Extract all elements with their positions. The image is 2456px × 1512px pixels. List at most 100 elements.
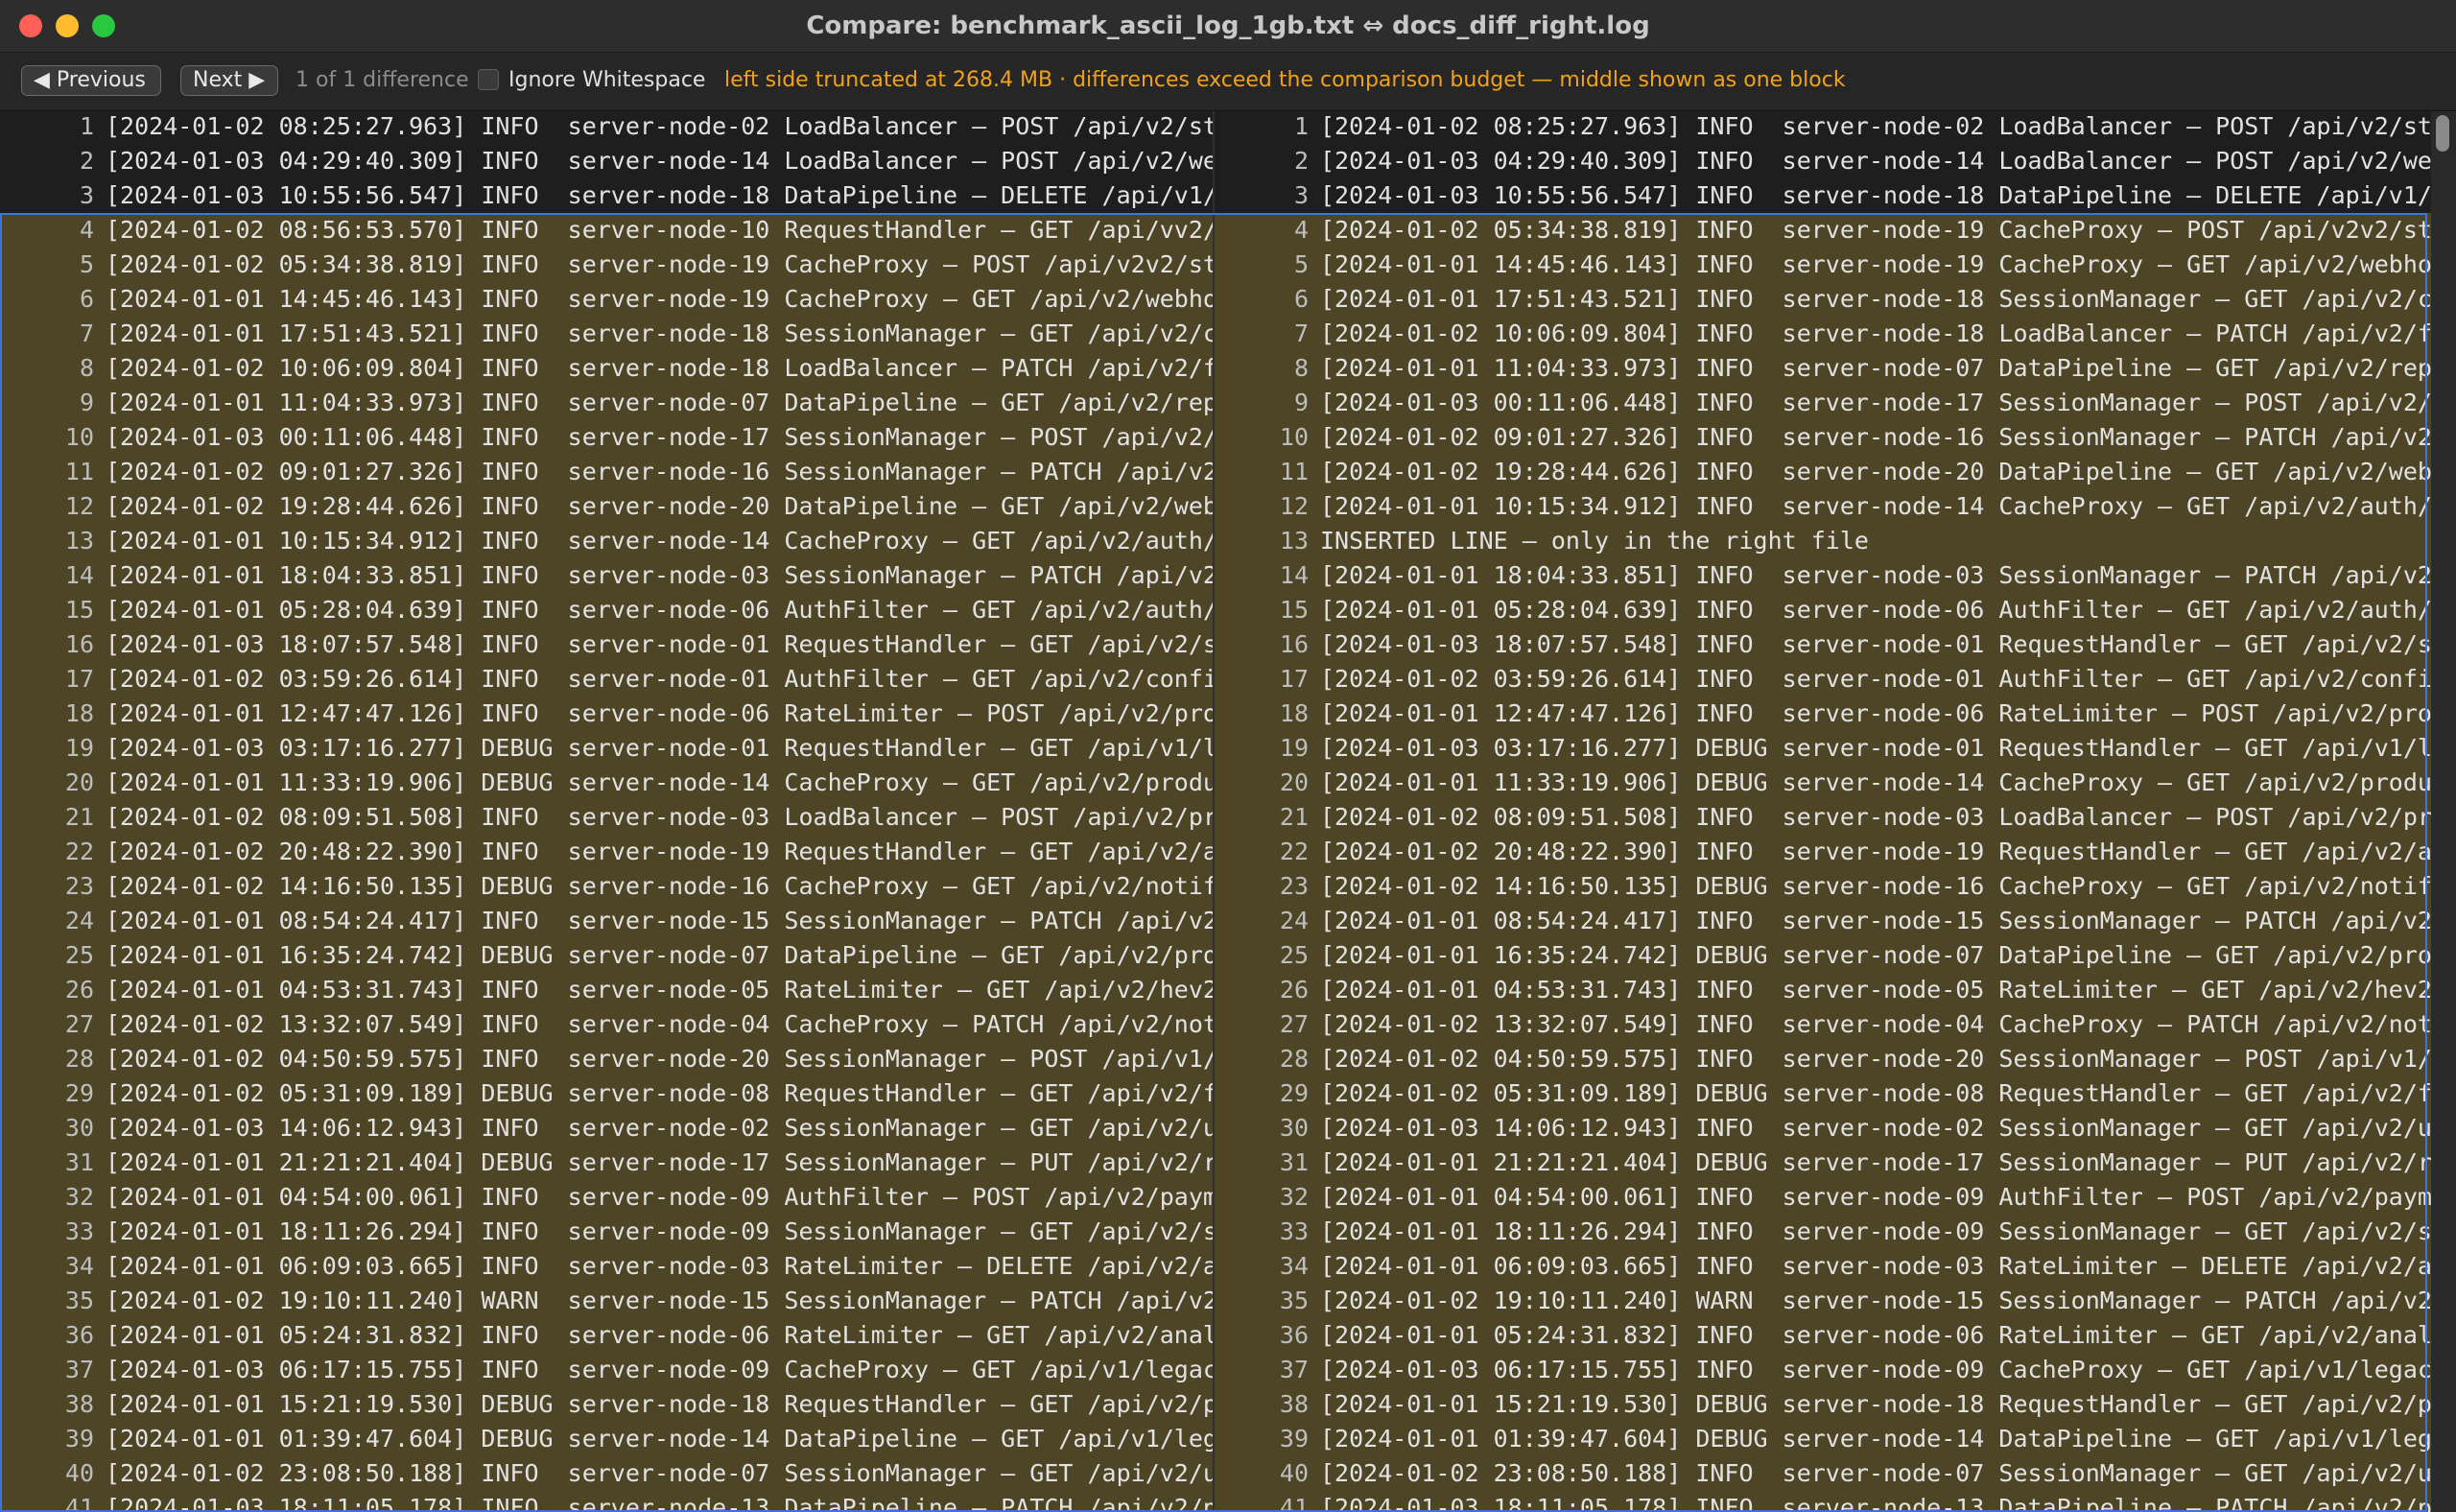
diff-line[interactable]: 23 [2024-01-02 14:16:50.135] DEBUG server… [0, 869, 1213, 904]
diff-line[interactable]: 5 [2024-01-01 14:45:46.143] INFO server-n… [1215, 248, 2431, 282]
diff-line[interactable]: 39 [2024-01-01 01:39:47.604] DEBUG server… [1215, 1422, 2431, 1456]
diff-line[interactable]: 17 [2024-01-02 03:59:26.614] INFO server-… [1215, 662, 2431, 697]
diff-line[interactable]: 4 [2024-01-02 05:34:38.819] INFO server-n… [1215, 213, 2431, 248]
diff-line[interactable]: 16 [2024-01-03 18:07:57.548] INFO server-… [1215, 627, 2431, 662]
diff-line[interactable]: 6 [2024-01-01 14:45:46.143] INFO server-n… [0, 282, 1213, 317]
diff-line[interactable]: 7 [2024-01-01 17:51:43.521] INFO server-n… [0, 317, 1213, 351]
line-number: 12 [64, 492, 94, 520]
diff-line[interactable]: 28 [2024-01-02 04:50:59.575] INFO server-… [1215, 1042, 2431, 1076]
diff-line[interactable]: 29 [2024-01-02 05:31:09.189] DEBUG server… [1215, 1076, 2431, 1111]
line-number: 36 [1279, 1321, 1309, 1349]
diff-line[interactable]: 14 [2024-01-01 18:04:33.851] INFO server-… [1215, 558, 2431, 593]
diff-line[interactable]: 10 [2024-01-02 09:01:27.326] INFO server-… [1215, 420, 2431, 455]
diff-line[interactable]: 19 [2024-01-03 03:17:16.277] DEBUG server… [1215, 731, 2431, 766]
diff-line[interactable]: 11 [2024-01-02 09:01:27.326] INFO server-… [0, 455, 1213, 489]
diff-line[interactable]: 18 [2024-01-01 12:47:47.126] INFO server-… [1215, 697, 2431, 731]
diff-line[interactable]: 7 [2024-01-02 10:06:09.804] INFO server-n… [1215, 317, 2431, 351]
diff-line[interactable]: 24 [2024-01-01 08:54:24.417] INFO server-… [0, 904, 1213, 938]
diff-line[interactable]: 19 [2024-01-03 03:17:16.277] DEBUG server… [0, 731, 1213, 766]
diff-line[interactable]: 35 [2024-01-02 19:10:11.240] WARN server-… [1215, 1284, 2431, 1318]
ignore-whitespace-checkbox[interactable] [478, 69, 499, 90]
diff-line[interactable]: 36 [2024-01-01 05:24:31.832] INFO server-… [1215, 1318, 2431, 1353]
line-number: 17 [64, 665, 94, 693]
diff-line[interactable]: 33 [2024-01-01 18:11:26.294] INFO server-… [0, 1215, 1213, 1249]
diff-line[interactable]: 3 [2024-01-03 10:55:56.547] INFO server-n… [0, 178, 1213, 213]
diff-line[interactable]: 13 INSERTED LINE — only in the right file [1215, 524, 2431, 558]
diff-line[interactable]: 26 [2024-01-01 04:53:31.743] INFO server-… [1215, 973, 2431, 1007]
vertical-scrollbar[interactable] [2431, 111, 2456, 1512]
diff-line[interactable]: 16 [2024-01-03 18:07:57.548] INFO server-… [0, 627, 1213, 662]
diff-line[interactable]: 30 [2024-01-03 14:06:12.943] INFO server-… [0, 1111, 1213, 1146]
diff-line[interactable]: 10 [2024-01-03 00:11:06.448] INFO server-… [0, 420, 1213, 455]
ignore-whitespace-label[interactable]: Ignore Whitespace [508, 68, 705, 92]
diff-line[interactable]: 25 [2024-01-01 16:35:24.742] DEBUG server… [0, 938, 1213, 973]
diff-line[interactable]: 2 [2024-01-03 04:29:40.309] INFO server-n… [1215, 144, 2431, 178]
diff-line[interactable]: 9 [2024-01-01 11:04:33.973] INFO server-n… [0, 386, 1213, 420]
diff-line[interactable]: 32 [2024-01-01 04:54:00.061] INFO server-… [1215, 1180, 2431, 1215]
diff-line[interactable]: 15 [2024-01-01 05:28:04.639] INFO server-… [1215, 593, 2431, 627]
diff-line[interactable]: 31 [2024-01-01 21:21:21.404] DEBUG server… [0, 1146, 1213, 1180]
diff-line[interactable]: 21 [2024-01-02 08:09:51.508] INFO server-… [0, 800, 1213, 835]
diff-line[interactable]: 1 [2024-01-02 08:25:27.963] INFO server-n… [1215, 111, 2431, 144]
diff-line[interactable]: 32 [2024-01-01 04:54:00.061] INFO server-… [0, 1180, 1213, 1215]
diff-line[interactable]: 20 [2024-01-01 11:33:19.906] DEBUG server… [0, 766, 1213, 800]
diff-line[interactable]: 12 [2024-01-02 19:28:44.626] INFO server-… [0, 489, 1213, 524]
diff-line[interactable]: 28 [2024-01-02 04:50:59.575] INFO server-… [0, 1042, 1213, 1076]
line-text: [2024-01-01 04:53:31.743] INFO server-no… [1320, 976, 2431, 1004]
diff-view: 1 [2024-01-02 08:25:27.963] INFO server-n… [0, 111, 2456, 1512]
diff-line[interactable]: 5 [2024-01-02 05:34:38.819] INFO server-n… [0, 248, 1213, 282]
diff-line[interactable]: 27 [2024-01-02 13:32:07.549] INFO server-… [1215, 1007, 2431, 1042]
diff-line[interactable]: 31 [2024-01-01 21:21:21.404] DEBUG server… [1215, 1146, 2431, 1180]
line-number: 34 [64, 1252, 94, 1280]
diff-line[interactable]: 8 [2024-01-01 11:04:33.973] INFO server-n… [1215, 351, 2431, 386]
diff-line[interactable]: 6 [2024-01-01 17:51:43.521] INFO server-n… [1215, 282, 2431, 317]
line-number: 2 [1293, 147, 1309, 175]
right-pane[interactable]: 1 [2024-01-02 08:25:27.963] INFO server-n… [1215, 111, 2431, 1512]
diff-line[interactable]: 41 [2024-01-03 18:11:05.178] INFO server-… [0, 1491, 1213, 1512]
diff-line[interactable]: 11 [2024-01-02 19:28:44.626] INFO server-… [1215, 455, 2431, 489]
diff-line[interactable]: 33 [2024-01-01 18:11:26.294] INFO server-… [1215, 1215, 2431, 1249]
diff-line[interactable]: 36 [2024-01-01 05:24:31.832] INFO server-… [0, 1318, 1213, 1353]
diff-line[interactable]: 38 [2024-01-01 15:21:19.530] DEBUG server… [0, 1387, 1213, 1422]
diff-line[interactable]: 35 [2024-01-02 19:10:11.240] WARN server-… [0, 1284, 1213, 1318]
diff-line[interactable]: 12 [2024-01-01 10:15:34.912] INFO server-… [1215, 489, 2431, 524]
next-difference-button[interactable]: Next ▶ [180, 65, 278, 96]
line-text: [2024-01-01 11:33:19.906] DEBUG server-n… [1320, 768, 2431, 796]
diff-line[interactable]: 8 [2024-01-02 10:06:09.804] INFO server-n… [0, 351, 1213, 386]
diff-line[interactable]: 20 [2024-01-01 11:33:19.906] DEBUG server… [1215, 766, 2431, 800]
line-number: 18 [64, 699, 94, 727]
diff-line[interactable]: 17 [2024-01-02 03:59:26.614] INFO server-… [0, 662, 1213, 697]
diff-line[interactable]: 27 [2024-01-02 13:32:07.549] INFO server-… [0, 1007, 1213, 1042]
previous-difference-button[interactable]: ◀ Previous [21, 65, 161, 96]
diff-line[interactable]: 22 [2024-01-02 20:48:22.390] INFO server-… [1215, 835, 2431, 869]
diff-line[interactable]: 9 [2024-01-03 00:11:06.448] INFO server-n… [1215, 386, 2431, 420]
diff-line[interactable]: 40 [2024-01-02 23:08:50.188] INFO server-… [0, 1456, 1213, 1491]
diff-line[interactable]: 38 [2024-01-01 15:21:19.530] DEBUG server… [1215, 1387, 2431, 1422]
diff-line[interactable]: 18 [2024-01-01 12:47:47.126] INFO server-… [0, 697, 1213, 731]
scrollbar-thumb[interactable] [2436, 115, 2449, 152]
diff-line[interactable]: 1 [2024-01-02 08:25:27.963] INFO server-n… [0, 111, 1213, 144]
diff-line[interactable]: 14 [2024-01-01 18:04:33.851] INFO server-… [0, 558, 1213, 593]
diff-line[interactable]: 15 [2024-01-01 05:28:04.639] INFO server-… [0, 593, 1213, 627]
diff-line[interactable]: 30 [2024-01-03 14:06:12.943] INFO server-… [1215, 1111, 2431, 1146]
diff-line[interactable]: 26 [2024-01-01 04:53:31.743] INFO server-… [0, 973, 1213, 1007]
diff-line[interactable]: 3 [2024-01-03 10:55:56.547] INFO server-n… [1215, 178, 2431, 213]
diff-line[interactable]: 22 [2024-01-02 20:48:22.390] INFO server-… [0, 835, 1213, 869]
diff-line[interactable]: 23 [2024-01-02 14:16:50.135] DEBUG server… [1215, 869, 2431, 904]
diff-line[interactable]: 21 [2024-01-02 08:09:51.508] INFO server-… [1215, 800, 2431, 835]
diff-line[interactable]: 37 [2024-01-03 06:17:15.755] INFO server-… [1215, 1353, 2431, 1387]
diff-line[interactable]: 4 [2024-01-02 08:56:53.570] INFO server-n… [0, 213, 1213, 248]
diff-line[interactable]: 41 [2024-01-03 18:11:05.178] INFO server-… [1215, 1491, 2431, 1512]
diff-line[interactable]: 37 [2024-01-03 06:17:15.755] INFO server-… [0, 1353, 1213, 1387]
diff-line[interactable]: 2 [2024-01-03 04:29:40.309] INFO server-n… [0, 144, 1213, 178]
left-pane[interactable]: 1 [2024-01-02 08:25:27.963] INFO server-n… [0, 111, 1213, 1512]
diff-line[interactable]: 40 [2024-01-02 23:08:50.188] INFO server-… [1215, 1456, 2431, 1491]
diff-line[interactable]: 29 [2024-01-02 05:31:09.189] DEBUG server… [0, 1076, 1213, 1111]
diff-line[interactable]: 25 [2024-01-01 16:35:24.742] DEBUG server… [1215, 938, 2431, 973]
line-text: [2024-01-01 16:35:24.742] DEBUG server-n… [106, 941, 1213, 969]
diff-line[interactable]: 39 [2024-01-01 01:39:47.604] DEBUG server… [0, 1422, 1213, 1456]
diff-line[interactable]: 34 [2024-01-01 06:09:03.665] INFO server-… [0, 1249, 1213, 1284]
diff-line[interactable]: 24 [2024-01-01 08:54:24.417] INFO server-… [1215, 904, 2431, 938]
diff-line[interactable]: 13 [2024-01-01 10:15:34.912] INFO server-… [0, 524, 1213, 558]
diff-line[interactable]: 34 [2024-01-01 06:09:03.665] INFO server-… [1215, 1249, 2431, 1284]
